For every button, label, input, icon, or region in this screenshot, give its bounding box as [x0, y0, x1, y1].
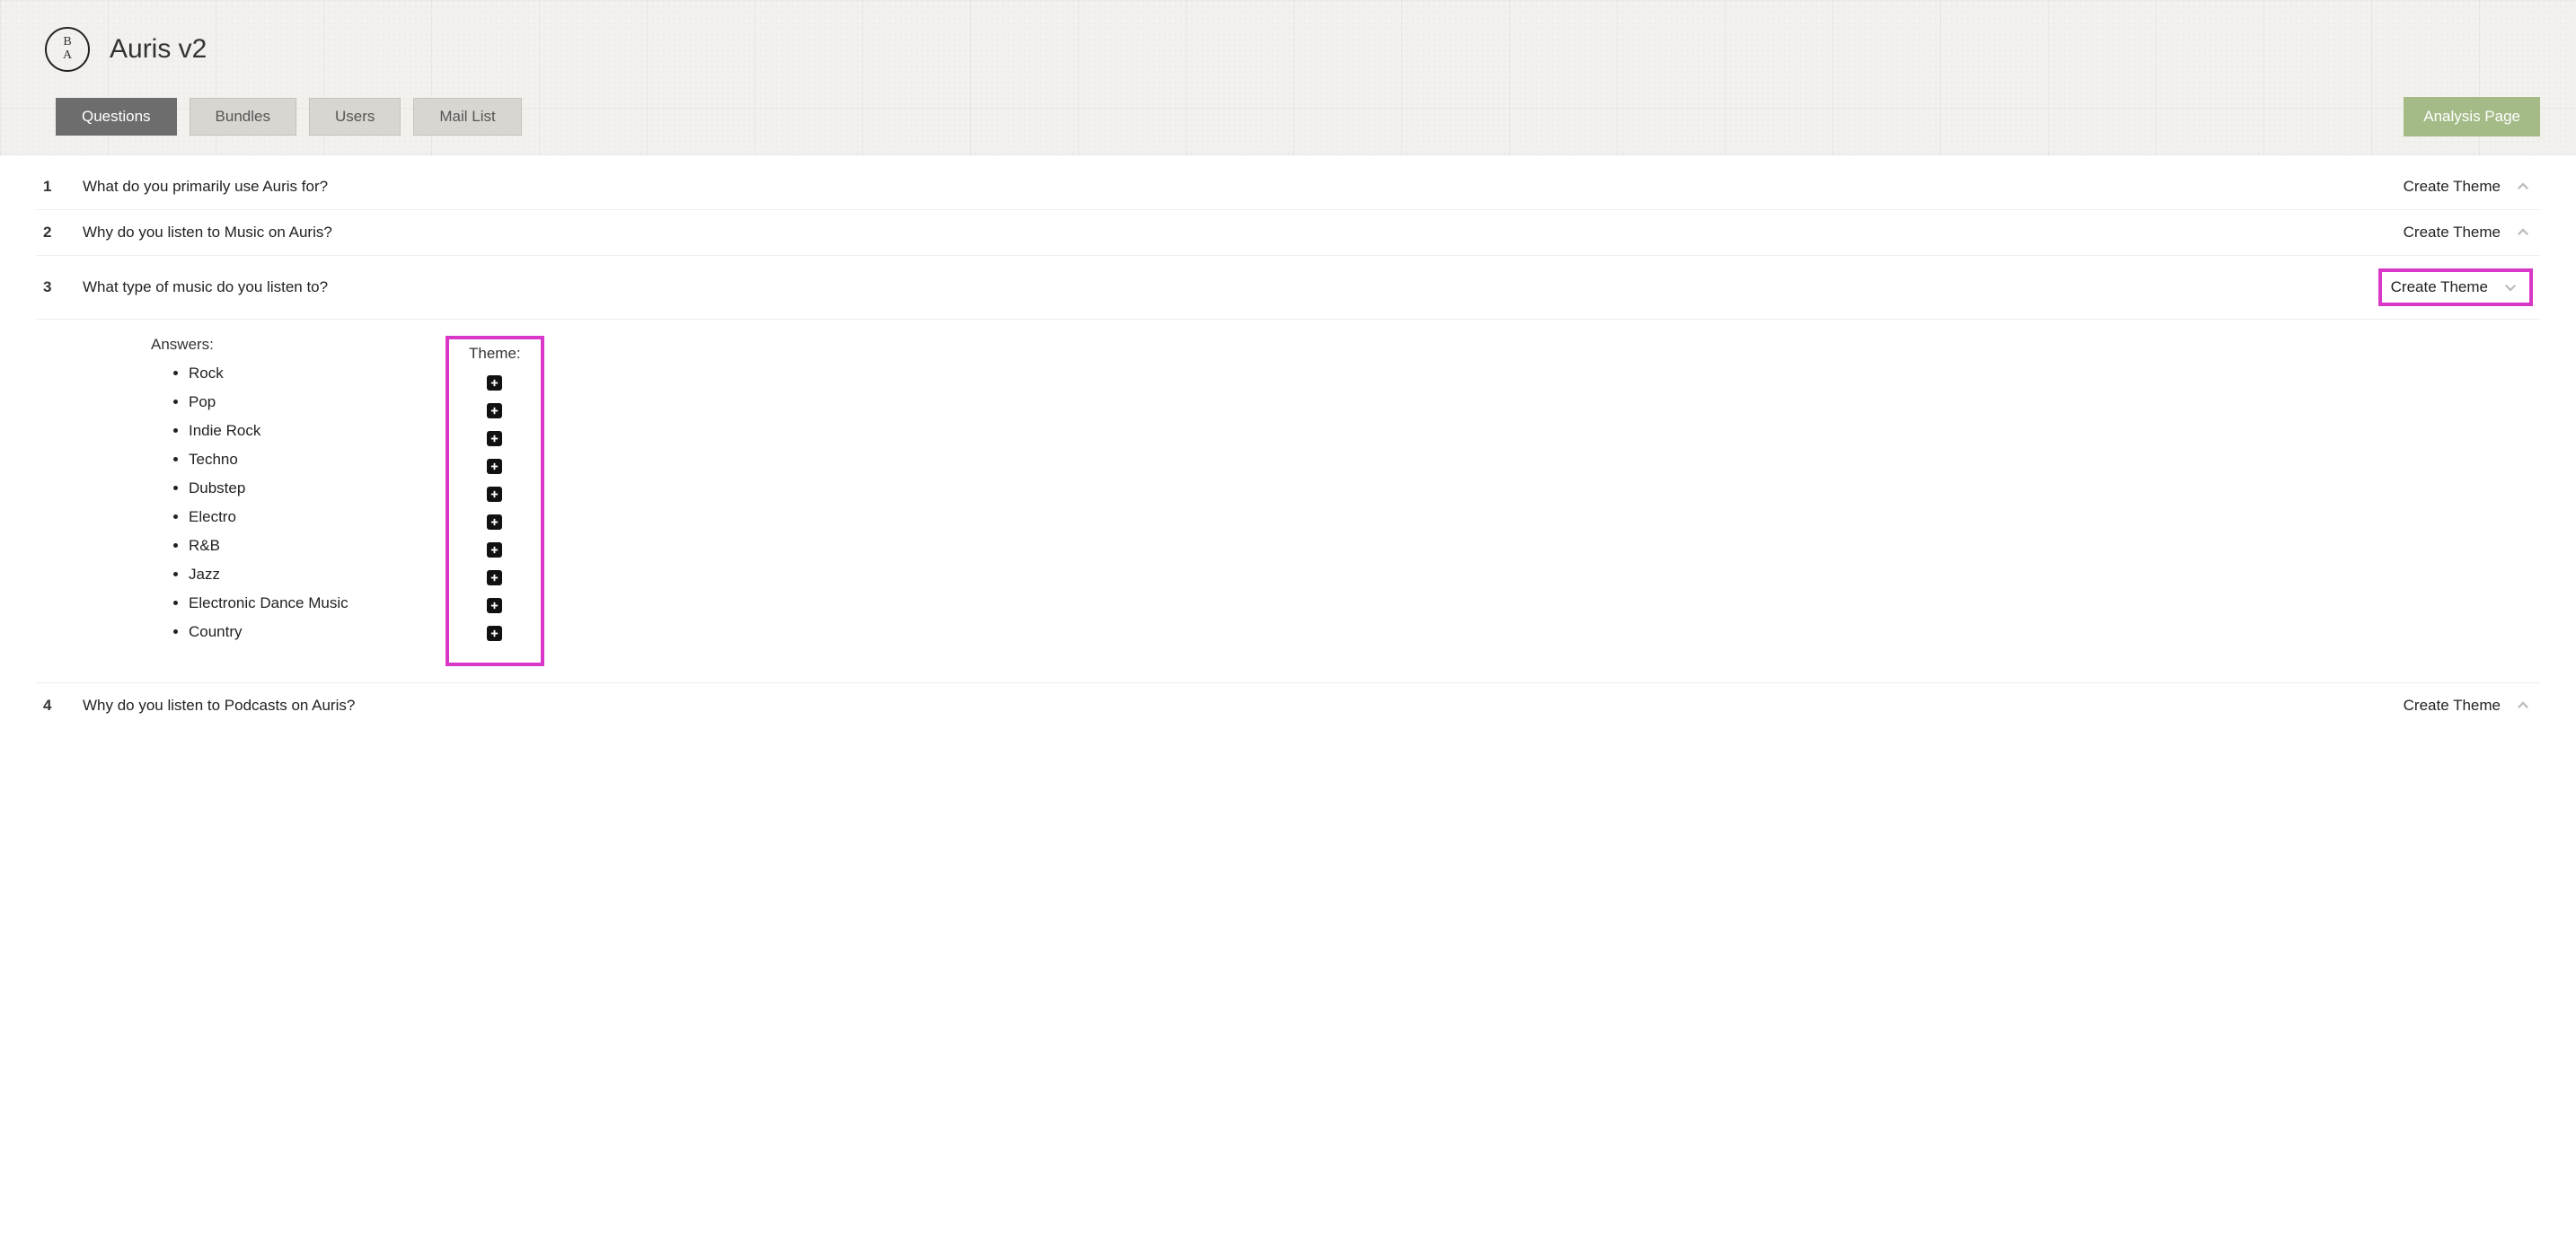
plus-icon[interactable]	[487, 626, 502, 641]
create-theme-link[interactable]: Create Theme	[2404, 178, 2501, 196]
analysis-page-button[interactable]: Analysis Page	[2404, 97, 2540, 136]
page-header: B A Auris v2 Questions Bundles Users Mai…	[0, 0, 2576, 155]
list-item: Indie Rock	[189, 422, 446, 440]
list-item: R&B	[189, 537, 446, 555]
question-row: 3 What type of music do you listen to? C…	[36, 256, 2540, 320]
question-row: 2 Why do you listen to Music on Auris? C…	[36, 210, 2540, 256]
plus-icon[interactable]	[487, 570, 502, 585]
question-number: 2	[43, 224, 61, 242]
questions-list: 1 What do you primarily use Auris for? C…	[0, 155, 2576, 746]
question-text: Why do you listen to Podcasts on Auris?	[83, 697, 2382, 715]
question-number: 4	[43, 697, 61, 715]
tab-bundles[interactable]: Bundles	[190, 98, 296, 136]
list-item: Country	[189, 623, 446, 641]
plus-icon[interactable]	[487, 459, 502, 474]
plus-icon[interactable]	[487, 598, 502, 613]
question-row: 1 What do you primarily use Auris for? C…	[36, 164, 2540, 210]
chevron-up-icon[interactable]	[2513, 223, 2533, 242]
plus-icon[interactable]	[487, 431, 502, 446]
question-row: 4 Why do you listen to Podcasts on Auris…	[36, 683, 2540, 728]
chevron-up-icon[interactable]	[2513, 177, 2533, 197]
answers-heading: Answers:	[151, 336, 446, 354]
page-title: Auris v2	[110, 34, 207, 65]
create-theme-highlight: Create Theme	[2378, 268, 2533, 306]
question-actions: Create Theme	[2404, 696, 2533, 716]
tab-users[interactable]: Users	[309, 98, 401, 136]
expanded-columns: Answers: Rock Pop Indie Rock Techno Dubs…	[43, 336, 2533, 666]
tab-mail-list[interactable]: Mail List	[413, 98, 521, 136]
create-theme-link[interactable]: Create Theme	[2391, 278, 2488, 296]
answers-list: Rock Pop Indie Rock Techno Dubstep Elect…	[151, 365, 446, 641]
tabs-row: Questions Bundles Users Mail List Analys…	[36, 97, 2540, 136]
list-item: Electro	[189, 508, 446, 526]
plus-icon[interactable]	[487, 542, 502, 558]
question-number: 1	[43, 178, 61, 196]
create-theme-link[interactable]: Create Theme	[2404, 697, 2501, 715]
list-item: Rock	[189, 365, 446, 382]
answers-column: Answers: Rock Pop Indie Rock Techno Dubs…	[43, 336, 446, 652]
question-expanded: Answers: Rock Pop Indie Rock Techno Dubs…	[36, 320, 2540, 683]
header-top: B A Auris v2	[36, 27, 2540, 72]
logo-line2: A	[63, 49, 72, 63]
plus-icon[interactable]	[487, 514, 502, 530]
list-item: Pop	[189, 393, 446, 411]
tab-questions[interactable]: Questions	[56, 98, 177, 136]
question-actions: Create Theme	[2404, 177, 2533, 197]
question-text: What do you primarily use Auris for?	[83, 178, 2382, 196]
create-theme-link[interactable]: Create Theme	[2404, 224, 2501, 242]
plus-icon[interactable]	[487, 403, 502, 418]
list-item: Techno	[189, 451, 446, 469]
chevron-down-icon[interactable]	[2501, 277, 2520, 297]
list-item: Jazz	[189, 566, 446, 584]
plus-icon[interactable]	[487, 487, 502, 502]
question-text: Why do you listen to Music on Auris?	[83, 224, 2382, 242]
logo-line1: B	[63, 36, 71, 49]
logo-badge: B A	[45, 27, 90, 72]
question-text: What type of music do you listen to?	[83, 278, 2357, 296]
chevron-up-icon[interactable]	[2513, 696, 2533, 716]
plus-icon[interactable]	[487, 375, 502, 391]
question-actions: Create Theme	[2404, 223, 2533, 242]
theme-heading: Theme:	[469, 345, 521, 363]
question-number: 3	[43, 278, 61, 296]
list-item: Dubstep	[189, 479, 446, 497]
list-item: Electronic Dance Music	[189, 594, 446, 612]
theme-column-highlight: Theme:	[446, 336, 544, 666]
